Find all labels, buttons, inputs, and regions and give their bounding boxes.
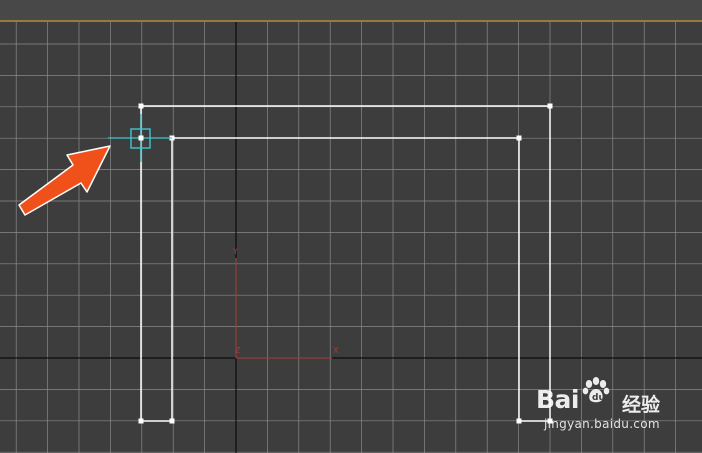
annotation-arrow-icon: [18, 145, 111, 216]
vertex[interactable]: [516, 135, 522, 141]
gizmo-z-label: Z: [235, 346, 241, 355]
watermark-brand: Bai: [536, 385, 580, 414]
baidu-paw-icon: du: [582, 377, 610, 403]
vertex[interactable]: [516, 418, 522, 424]
vertex[interactable]: [138, 418, 144, 424]
vertex[interactable]: [547, 103, 553, 109]
watermark-suffix: 经验: [622, 394, 661, 416]
gizmo-x-label: X: [333, 346, 339, 355]
viewport[interactable]: Y X Z Bai du 经验 jingyan.baidu.com: [0, 0, 702, 453]
inner-spline[interactable]: [171, 137, 520, 421]
vertex[interactable]: [138, 103, 144, 109]
watermark-url: jingyan.baidu.com: [544, 417, 660, 431]
vertex[interactable]: [169, 418, 175, 424]
gizmo-y-label: Y: [232, 247, 238, 256]
selected-vertex[interactable]: [108, 114, 172, 162]
vertex[interactable]: [138, 135, 144, 141]
baidu-jingyan-watermark: Bai du 经验 jingyan.baidu.com: [536, 377, 686, 433]
svg-text:du: du: [592, 393, 605, 403]
